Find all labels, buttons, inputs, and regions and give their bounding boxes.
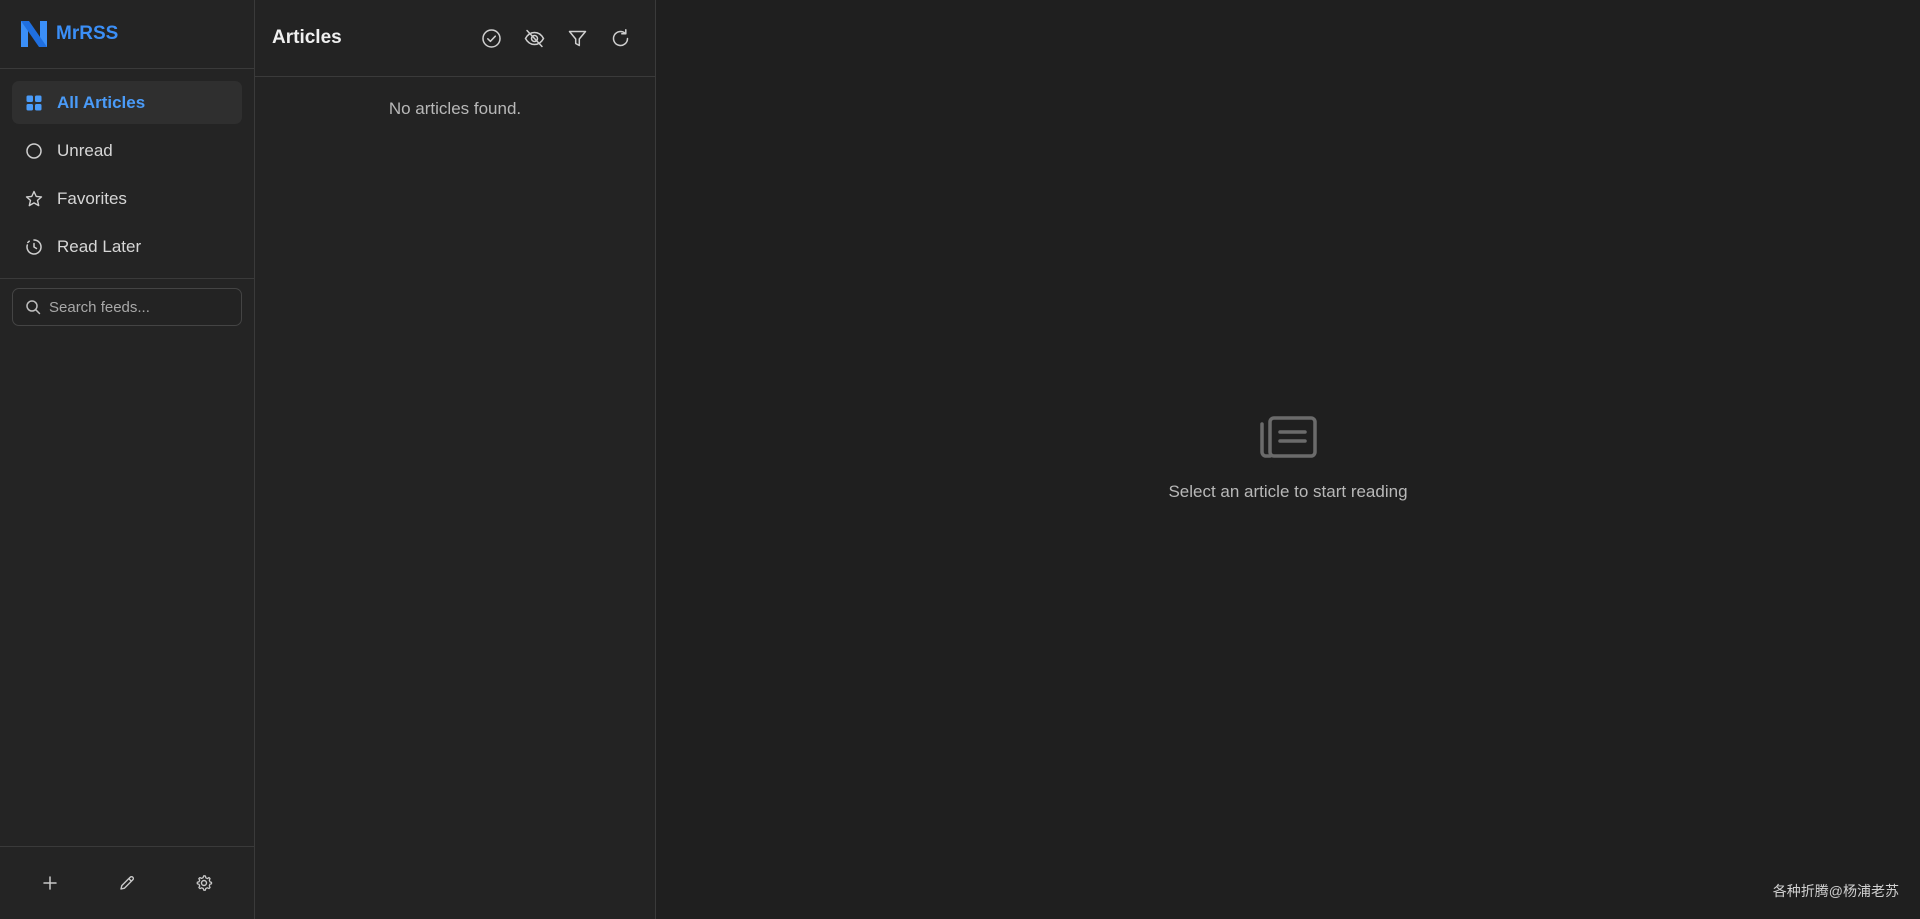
brand[interactable]: MrRSS bbox=[0, 0, 254, 69]
filter-icon bbox=[568, 30, 586, 46]
filter-button[interactable] bbox=[559, 20, 595, 56]
brand-name: MrRSS bbox=[56, 23, 119, 44]
edit-feeds-button[interactable] bbox=[107, 863, 147, 903]
grid-icon bbox=[25, 94, 43, 112]
mark-all-read-button[interactable] bbox=[473, 20, 509, 56]
reader-empty-state: Select an article to start reading bbox=[656, 414, 1920, 502]
eye-off-icon bbox=[524, 29, 544, 47]
reader-empty-text: Select an article to start reading bbox=[1168, 482, 1408, 501]
search-icon bbox=[26, 300, 41, 315]
search-input[interactable] bbox=[49, 298, 239, 316]
page-title: Articles bbox=[272, 27, 342, 48]
newspaper-icon bbox=[1260, 416, 1317, 458]
plus-icon bbox=[43, 876, 58, 890]
sidebar-footer bbox=[0, 846, 254, 919]
check-circle-icon bbox=[481, 28, 501, 48]
add-feed-button[interactable] bbox=[30, 863, 70, 903]
pencil-icon bbox=[120, 876, 134, 890]
star-icon bbox=[25, 190, 43, 208]
app-window: MrRSS All Articles Unread Favorites Read… bbox=[0, 0, 1920, 919]
sidebar-item-label: All Articles bbox=[57, 92, 146, 112]
sidebar-item-all-articles[interactable]: All Articles bbox=[12, 81, 242, 124]
settings-button[interactable] bbox=[184, 863, 224, 903]
clock-icon bbox=[25, 238, 43, 256]
reader-panel: Select an article to start reading bbox=[656, 0, 1920, 919]
refresh-icon bbox=[612, 28, 628, 46]
search-box[interactable] bbox=[12, 288, 242, 326]
sidebar-nav: All Articles Unread Favorites Read Later bbox=[0, 69, 254, 279]
sidebar-item-favorites[interactable]: Favorites bbox=[12, 177, 242, 220]
gear-icon bbox=[196, 875, 212, 891]
article-list-header: Articles bbox=[255, 0, 655, 77]
search-container bbox=[0, 279, 254, 335]
sidebar-item-unread[interactable]: Unread bbox=[12, 129, 242, 172]
sidebar-item-label: Favorites bbox=[57, 188, 127, 208]
toggle-hide-read-button[interactable] bbox=[516, 20, 552, 56]
sidebar: MrRSS All Articles Unread Favorites Read… bbox=[0, 0, 255, 919]
sidebar-item-label: Read Later bbox=[57, 236, 142, 256]
circle-icon bbox=[25, 142, 43, 160]
sidebar-item-label: Unread bbox=[57, 140, 113, 160]
empty-articles-message: No articles found. bbox=[388, 99, 522, 118]
mrrss-n-logo-icon bbox=[21, 21, 47, 47]
article-list-panel: Articles No articles found. bbox=[255, 0, 656, 919]
sidebar-item-read-later[interactable]: Read Later bbox=[12, 225, 242, 268]
watermark: 各种折腾@杨浦老苏 bbox=[1772, 883, 1899, 899]
refresh-button[interactable] bbox=[602, 20, 638, 56]
